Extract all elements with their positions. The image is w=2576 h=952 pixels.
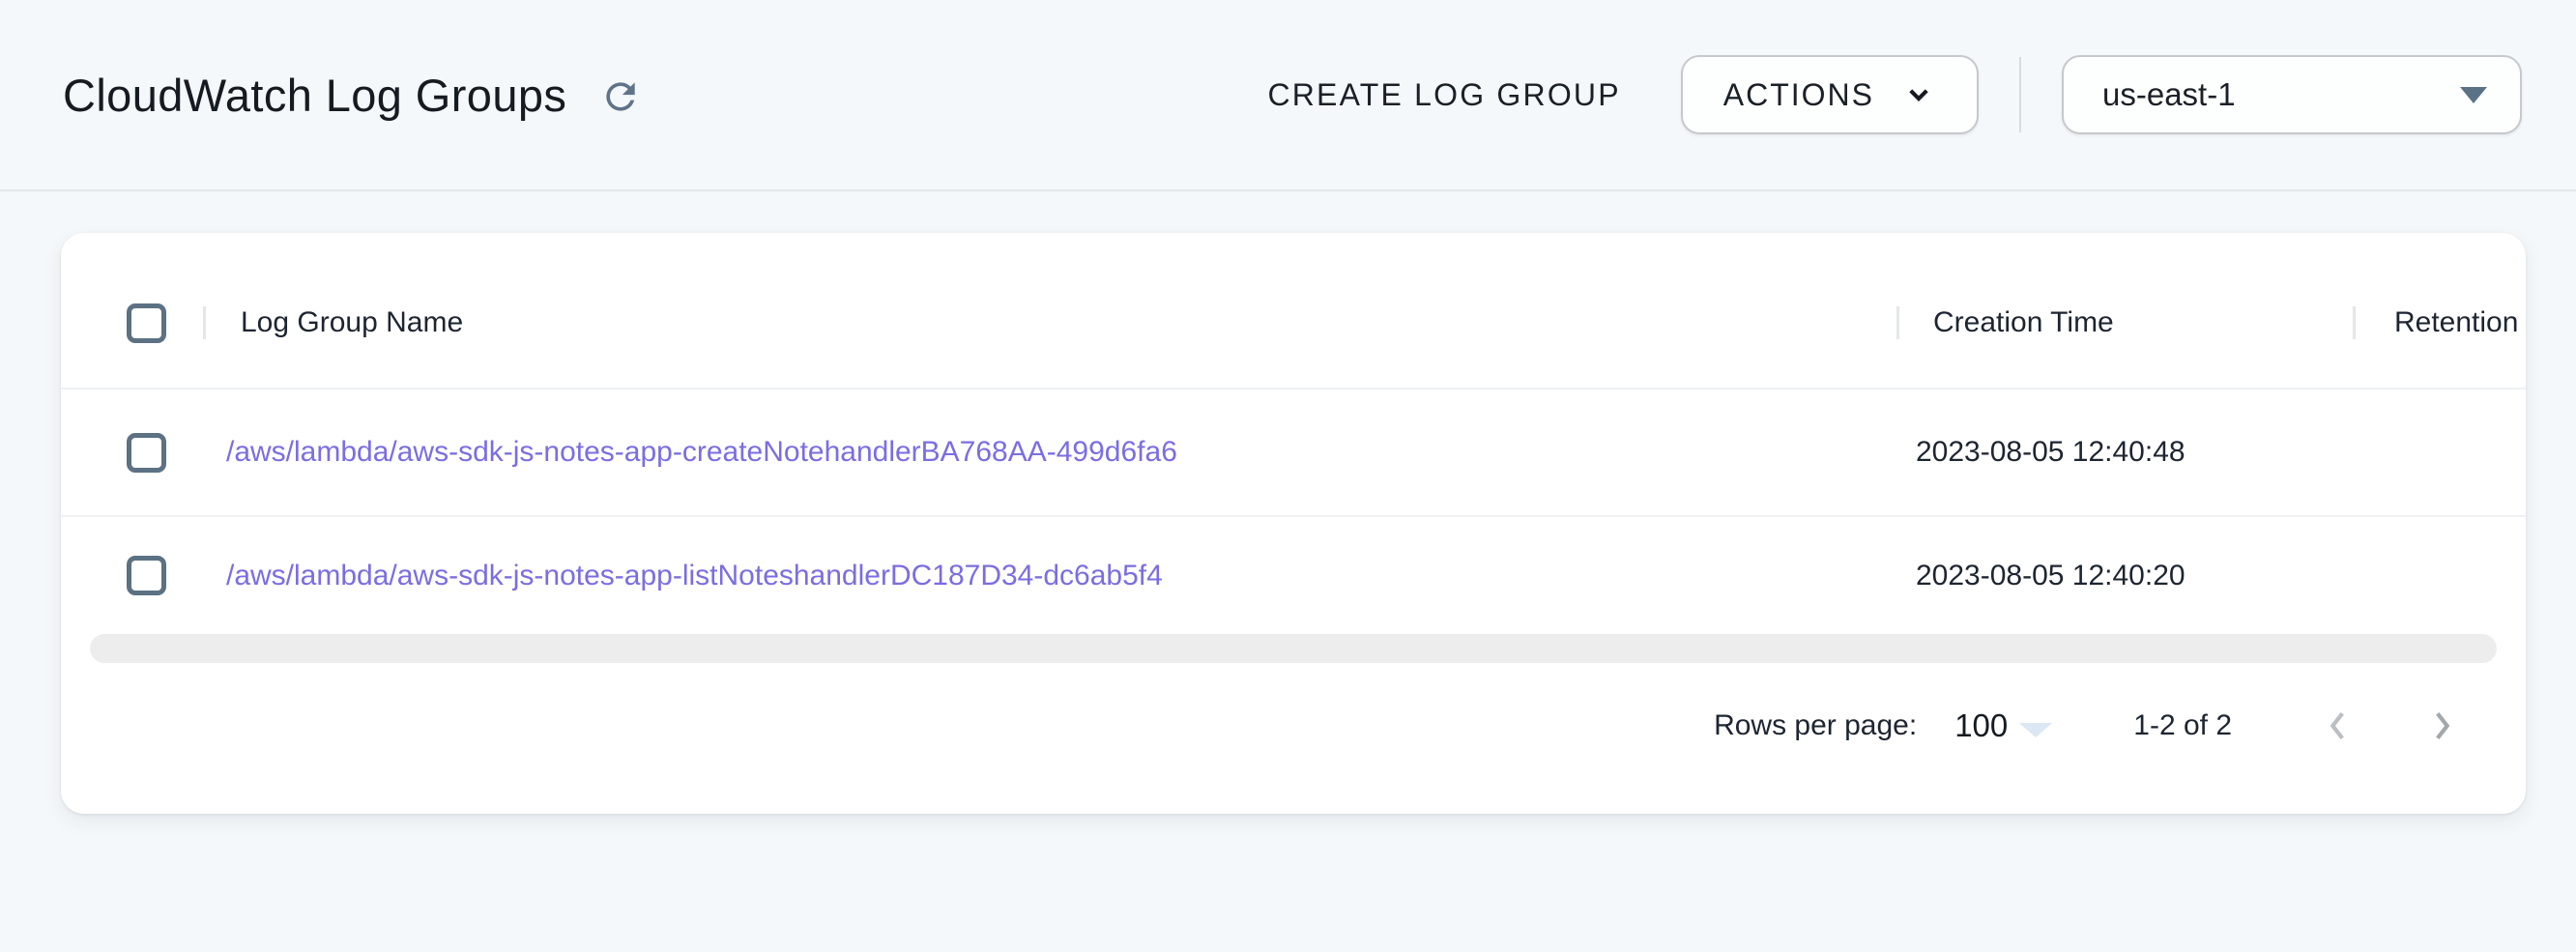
row-checkbox-cell — [61, 556, 203, 595]
page-title: CloudWatch Log Groups — [63, 69, 566, 122]
header-checkbox-cell — [61, 303, 203, 343]
rows-per-page-caret-icon — [2019, 723, 2052, 737]
refresh-icon — [599, 75, 642, 118]
column-header-log-group-name: Log Group Name — [206, 306, 1896, 339]
chevron-left-icon — [2322, 704, 2355, 748]
table-scroll-area: Log Group Name Creation Time Retention /… — [61, 233, 2526, 634]
table-header-row: Log Group Name Creation Time Retention — [61, 233, 2526, 389]
select-all-checkbox[interactable] — [127, 303, 166, 343]
rows-per-page-select[interactable]: 100 — [1954, 707, 2052, 744]
row-checkbox[interactable] — [127, 433, 166, 473]
previous-page-button[interactable] — [2322, 704, 2355, 748]
creation-time-cell: 2023-08-05 12:40:20 — [1894, 560, 2347, 592]
top-bar: CloudWatch Log Groups CREATE LOG GROUP A… — [0, 0, 2576, 191]
log-group-link[interactable]: /aws/lambda/aws-sdk-js-notes-app-createN… — [226, 436, 1177, 468]
log-group-name-cell: /aws/lambda/aws-sdk-js-notes-app-listNot… — [203, 560, 1894, 592]
cloudwatch-log-groups-page: CloudWatch Log Groups CREATE LOG GROUP A… — [0, 0, 2576, 952]
rows-per-page-value: 100 — [1954, 707, 2008, 744]
pagination-range-label: 1-2 of 2 — [2133, 709, 2232, 742]
chevron-down-icon — [1901, 77, 1936, 112]
rows-per-page-label: Rows per page: — [1714, 709, 1917, 742]
log-group-name-cell: /aws/lambda/aws-sdk-js-notes-app-createN… — [203, 436, 1894, 469]
next-page-button[interactable] — [2425, 704, 2458, 748]
create-log-group-button[interactable]: CREATE LOG GROUP — [1267, 77, 1620, 113]
horizontal-scrollbar-track — [90, 634, 2497, 663]
chevron-right-icon — [2425, 704, 2458, 748]
table-row: /aws/lambda/aws-sdk-js-notes-app-createN… — [61, 389, 2526, 517]
log-group-link[interactable]: /aws/lambda/aws-sdk-js-notes-app-listNot… — [226, 560, 1163, 591]
horizontal-scrollbar-thumb[interactable] — [90, 634, 2497, 663]
column-header-creation-time: Creation Time — [1899, 306, 2353, 339]
actions-button-label: ACTIONS — [1723, 77, 1874, 113]
refresh-button[interactable] — [599, 75, 642, 118]
column-header-retention: Retention — [2356, 306, 2526, 339]
region-select-value: us-east-1 — [2102, 76, 2236, 113]
region-select[interactable]: us-east-1 — [2062, 55, 2522, 134]
pagination-bar: Rows per page: 100 1-2 of 2 — [61, 663, 2526, 814]
topbar-divider — [2019, 57, 2021, 132]
creation-time-cell: 2023-08-05 12:40:48 — [1894, 436, 2347, 469]
row-checkbox-cell — [61, 433, 203, 473]
table-row: /aws/lambda/aws-sdk-js-notes-app-listNot… — [61, 517, 2526, 634]
row-checkbox[interactable] — [127, 556, 166, 595]
log-groups-card: Log Group Name Creation Time Retention /… — [61, 233, 2526, 814]
dropdown-caret-icon — [2460, 87, 2487, 103]
actions-button[interactable]: ACTIONS — [1681, 55, 1979, 134]
